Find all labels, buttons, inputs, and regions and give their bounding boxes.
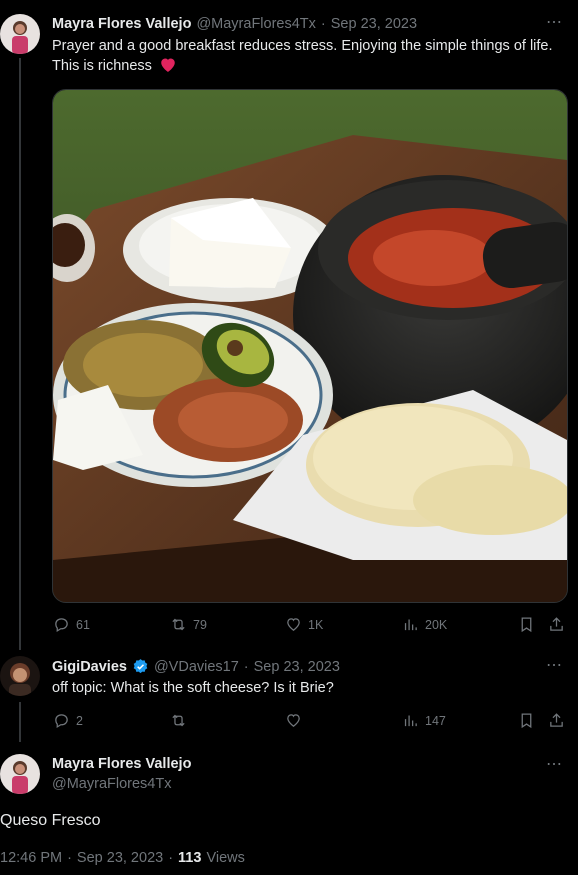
more-icon[interactable]: ⋯ <box>546 754 563 774</box>
separator: · <box>67 850 72 866</box>
reply-button[interactable]: 2 <box>53 712 83 729</box>
separator: · <box>168 850 174 866</box>
tweet-header: Mayra Flores Vallejo @MayraFlores4Tx · S… <box>52 16 417 32</box>
bookmark-button[interactable] <box>518 712 535 729</box>
username[interactable]: @MayraFlores4Tx <box>52 776 171 792</box>
bookmark-icon <box>521 713 532 729</box>
repost-button[interactable]: 79 <box>170 616 207 633</box>
tweet-text: off topic: What is the soft cheese? Is i… <box>52 680 334 696</box>
username[interactable]: @VDavies17 <box>154 659 239 675</box>
avatar[interactable] <box>0 656 40 696</box>
verified-badge-icon <box>132 658 149 675</box>
views-chart-icon <box>404 715 417 727</box>
heart-icon <box>287 618 300 631</box>
display-name[interactable]: Mayra Flores Vallejo <box>52 16 191 32</box>
views-count: 113 <box>178 850 202 866</box>
thread-line <box>19 58 21 650</box>
tweet-header: GigiDavies @VDavies17 · Sep 23, 2023 <box>52 658 340 675</box>
reply-count: 61 <box>76 617 90 632</box>
tweet-meta: 12:46 PM · Sep 23, 2023 · 113 Views <box>0 850 245 866</box>
views-chart-icon <box>404 619 417 631</box>
bookmark-button[interactable] <box>518 616 535 633</box>
avatar[interactable] <box>0 14 40 54</box>
views-button[interactable]: 147 <box>402 712 446 729</box>
reply-icon <box>55 618 68 633</box>
separator: · <box>320 16 326 32</box>
share-button[interactable] <box>548 712 565 729</box>
like-button[interactable] <box>285 712 308 729</box>
display-name[interactable]: GigiDavies <box>52 659 127 675</box>
share-icon <box>550 713 563 727</box>
tweet-text: Queso Fresco <box>0 812 101 829</box>
heart-emoji-icon <box>159 56 177 79</box>
views-count: 147 <box>425 713 446 728</box>
timestamp[interactable]: Sep 23, 2023 <box>331 16 417 32</box>
repost-icon <box>172 618 185 631</box>
like-button[interactable]: 1K <box>285 616 323 633</box>
reply-icon <box>55 714 68 729</box>
repost-icon <box>172 714 185 727</box>
tweet-media-image[interactable] <box>52 89 568 603</box>
repost-count: 79 <box>193 617 207 632</box>
views-button[interactable]: 20K <box>402 616 447 633</box>
display-name[interactable]: Mayra Flores Vallejo <box>52 756 191 772</box>
reply-button[interactable]: 61 <box>53 616 90 633</box>
timestamp[interactable]: Sep 23, 2023 <box>254 659 340 675</box>
thread-line <box>19 702 21 742</box>
tweet-body: Prayer and a good breakfast reduces stre… <box>52 38 553 74</box>
bookmark-icon <box>521 617 532 633</box>
username[interactable]: @MayraFlores4Tx <box>196 16 315 32</box>
post-time[interactable]: 12:46 PM <box>0 850 62 866</box>
separator: · <box>243 658 249 675</box>
avatar[interactable] <box>0 754 40 794</box>
post-date[interactable]: Sep 23, 2023 <box>77 850 163 866</box>
share-icon <box>550 617 563 631</box>
like-count: 1K <box>308 617 324 632</box>
more-icon[interactable]: ⋯ <box>546 12 563 32</box>
views-label: Views <box>206 850 245 866</box>
heart-icon <box>287 714 300 727</box>
tweet-text: Prayer and a good breakfast reduces stre… <box>52 37 562 79</box>
share-button[interactable] <box>548 616 565 633</box>
views-count: 20K <box>425 617 448 632</box>
reply-count: 2 <box>76 713 83 728</box>
repost-button[interactable] <box>170 712 193 729</box>
more-icon[interactable]: ⋯ <box>546 655 563 675</box>
